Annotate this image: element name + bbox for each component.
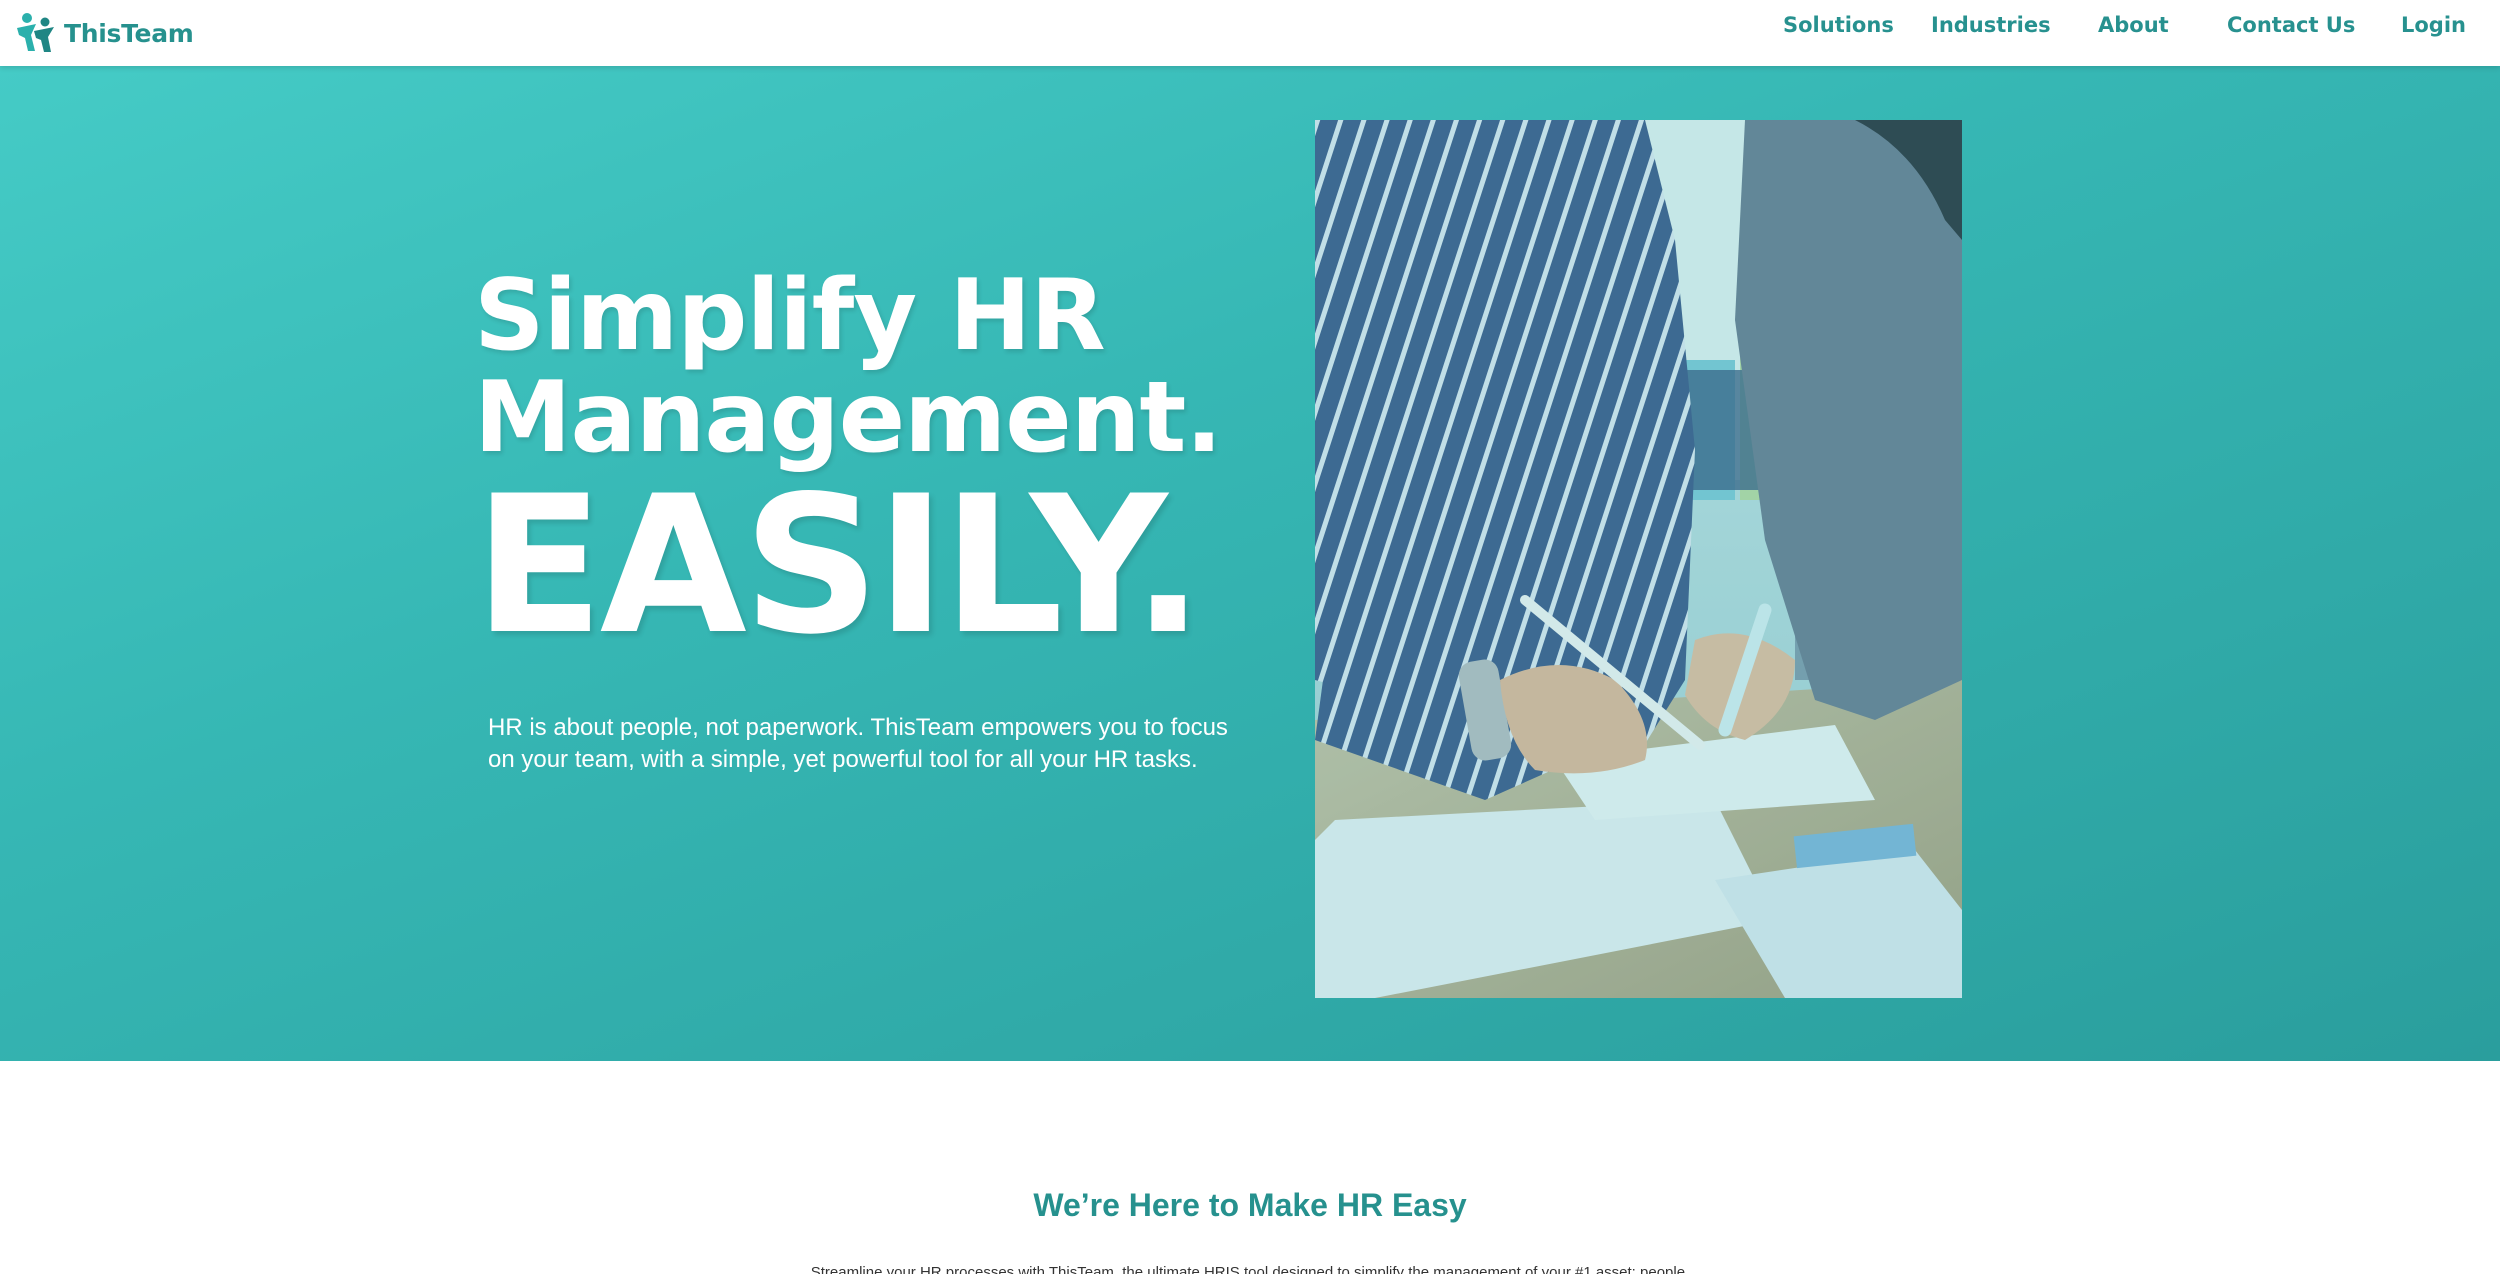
intro-section: We’re Here to Make HR Easy Streamline yo… xyxy=(0,1061,2500,1274)
hero-description: HR is about people, not paperwork. ThisT… xyxy=(488,714,1228,773)
nav-about[interactable]: About xyxy=(2098,13,2169,37)
office-collaboration-photo xyxy=(1315,120,1962,998)
top-navbar: ThisTeam Solutions Industries About Cont… xyxy=(0,0,2500,66)
section-title: We’re Here to Make HR Easy xyxy=(1033,1187,1467,1223)
section-text: Streamline your HR processes with ThisTe… xyxy=(810,1264,1690,1274)
nav-contact-us[interactable]: Contact Us xyxy=(2227,13,2355,37)
hero-section: Simplify HR Management. EASILY. HR is ab… xyxy=(0,66,2500,1061)
nav-industries[interactable]: Industries xyxy=(1931,13,2051,37)
main-nav: Solutions Industries About Contact Us Lo… xyxy=(0,0,2500,56)
nav-login[interactable]: Login xyxy=(2401,13,2466,37)
hero-emphasis: EASILY. xyxy=(474,455,1204,676)
hero-title-line-1: Simplify HR xyxy=(474,259,1106,373)
nav-solutions[interactable]: Solutions xyxy=(1783,13,1894,37)
hero-title-line-2: Management. xyxy=(474,361,1223,475)
hero-photo xyxy=(1315,120,1962,998)
